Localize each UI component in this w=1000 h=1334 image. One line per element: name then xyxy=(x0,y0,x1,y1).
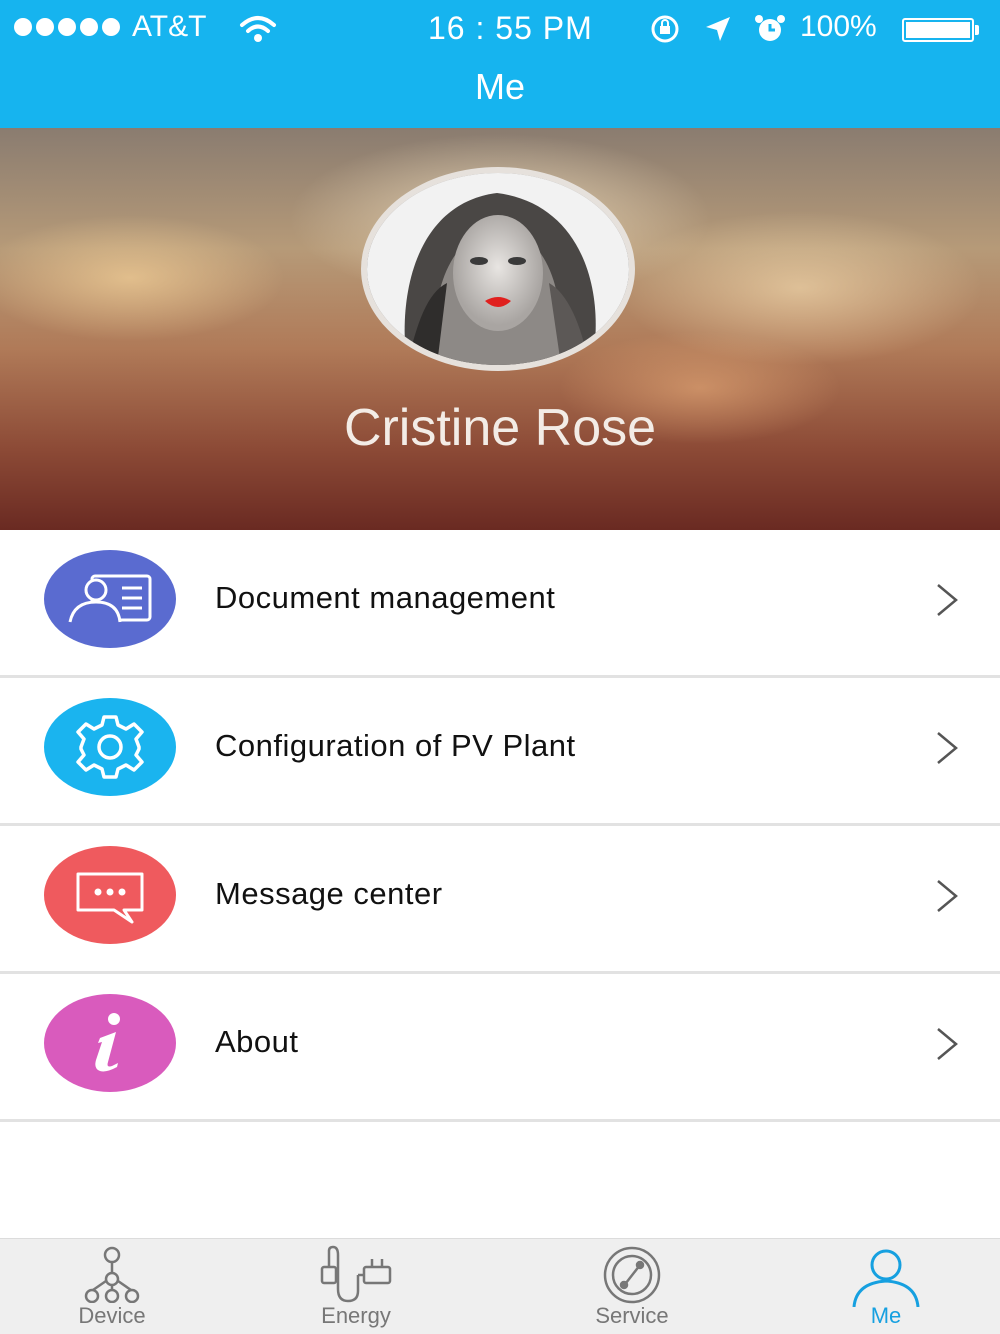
tab-device[interactable]: Device xyxy=(42,1239,182,1334)
tab-label: Device xyxy=(78,1303,146,1328)
rotation-lock-icon xyxy=(648,14,682,52)
status-bar: AT&T 16 : 55 PM 100% xyxy=(0,0,1000,56)
contact-card-icon xyxy=(44,550,176,648)
tab-service[interactable]: Service xyxy=(562,1239,702,1334)
power-plug-icon xyxy=(320,1245,392,1303)
settings-menu: Document management Configuration of PV … xyxy=(0,530,1000,1122)
tab-me[interactable]: Me xyxy=(816,1239,956,1334)
network-tree-icon xyxy=(84,1246,140,1303)
bottom-tab-bar: Device Energy Service Me xyxy=(0,1238,1000,1334)
chevron-right-icon xyxy=(934,878,960,919)
chat-bubble-icon xyxy=(44,846,176,944)
menu-item-label: Message center xyxy=(215,876,443,911)
info-icon xyxy=(44,994,176,1092)
menu-item-label: About xyxy=(215,1024,299,1059)
menu-item-pv-plant-configuration[interactable]: Configuration of PV Plant xyxy=(0,678,1000,826)
chevron-right-icon xyxy=(934,730,960,771)
app-header: AT&T 16 : 55 PM 100% Me xyxy=(0,0,1000,128)
menu-item-label: Configuration of PV Plant xyxy=(215,728,576,763)
menu-item-document-management[interactable]: Document management xyxy=(0,530,1000,678)
alarm-icon xyxy=(754,14,786,52)
tab-label: Me xyxy=(870,1303,902,1328)
gear-icon xyxy=(44,698,176,796)
menu-item-message-center[interactable]: Message center xyxy=(0,826,1000,974)
battery-percentage: 100% xyxy=(800,10,877,43)
chevron-right-icon xyxy=(934,1026,960,1067)
status-time: 16 : 55 PM xyxy=(428,10,593,46)
wifi-icon xyxy=(238,14,278,52)
user-name: Cristine Rose xyxy=(343,399,657,457)
page-title: Me xyxy=(474,66,525,107)
battery-icon xyxy=(902,18,974,42)
person-icon xyxy=(852,1249,920,1307)
tab-energy[interactable]: Energy xyxy=(286,1239,426,1334)
compass-icon xyxy=(603,1246,661,1304)
menu-item-label: Document management xyxy=(215,580,556,615)
profile-header: Cristine Rose xyxy=(0,128,1000,530)
menu-item-about[interactable]: About xyxy=(0,974,1000,1122)
carrier-name: AT&T xyxy=(132,10,207,43)
chevron-right-icon xyxy=(934,582,960,623)
signal-strength-icon xyxy=(14,18,120,36)
tab-label: Energy xyxy=(321,1303,391,1328)
avatar[interactable] xyxy=(361,167,635,371)
tab-label: Service xyxy=(595,1303,669,1328)
location-arrow-icon xyxy=(704,15,732,51)
